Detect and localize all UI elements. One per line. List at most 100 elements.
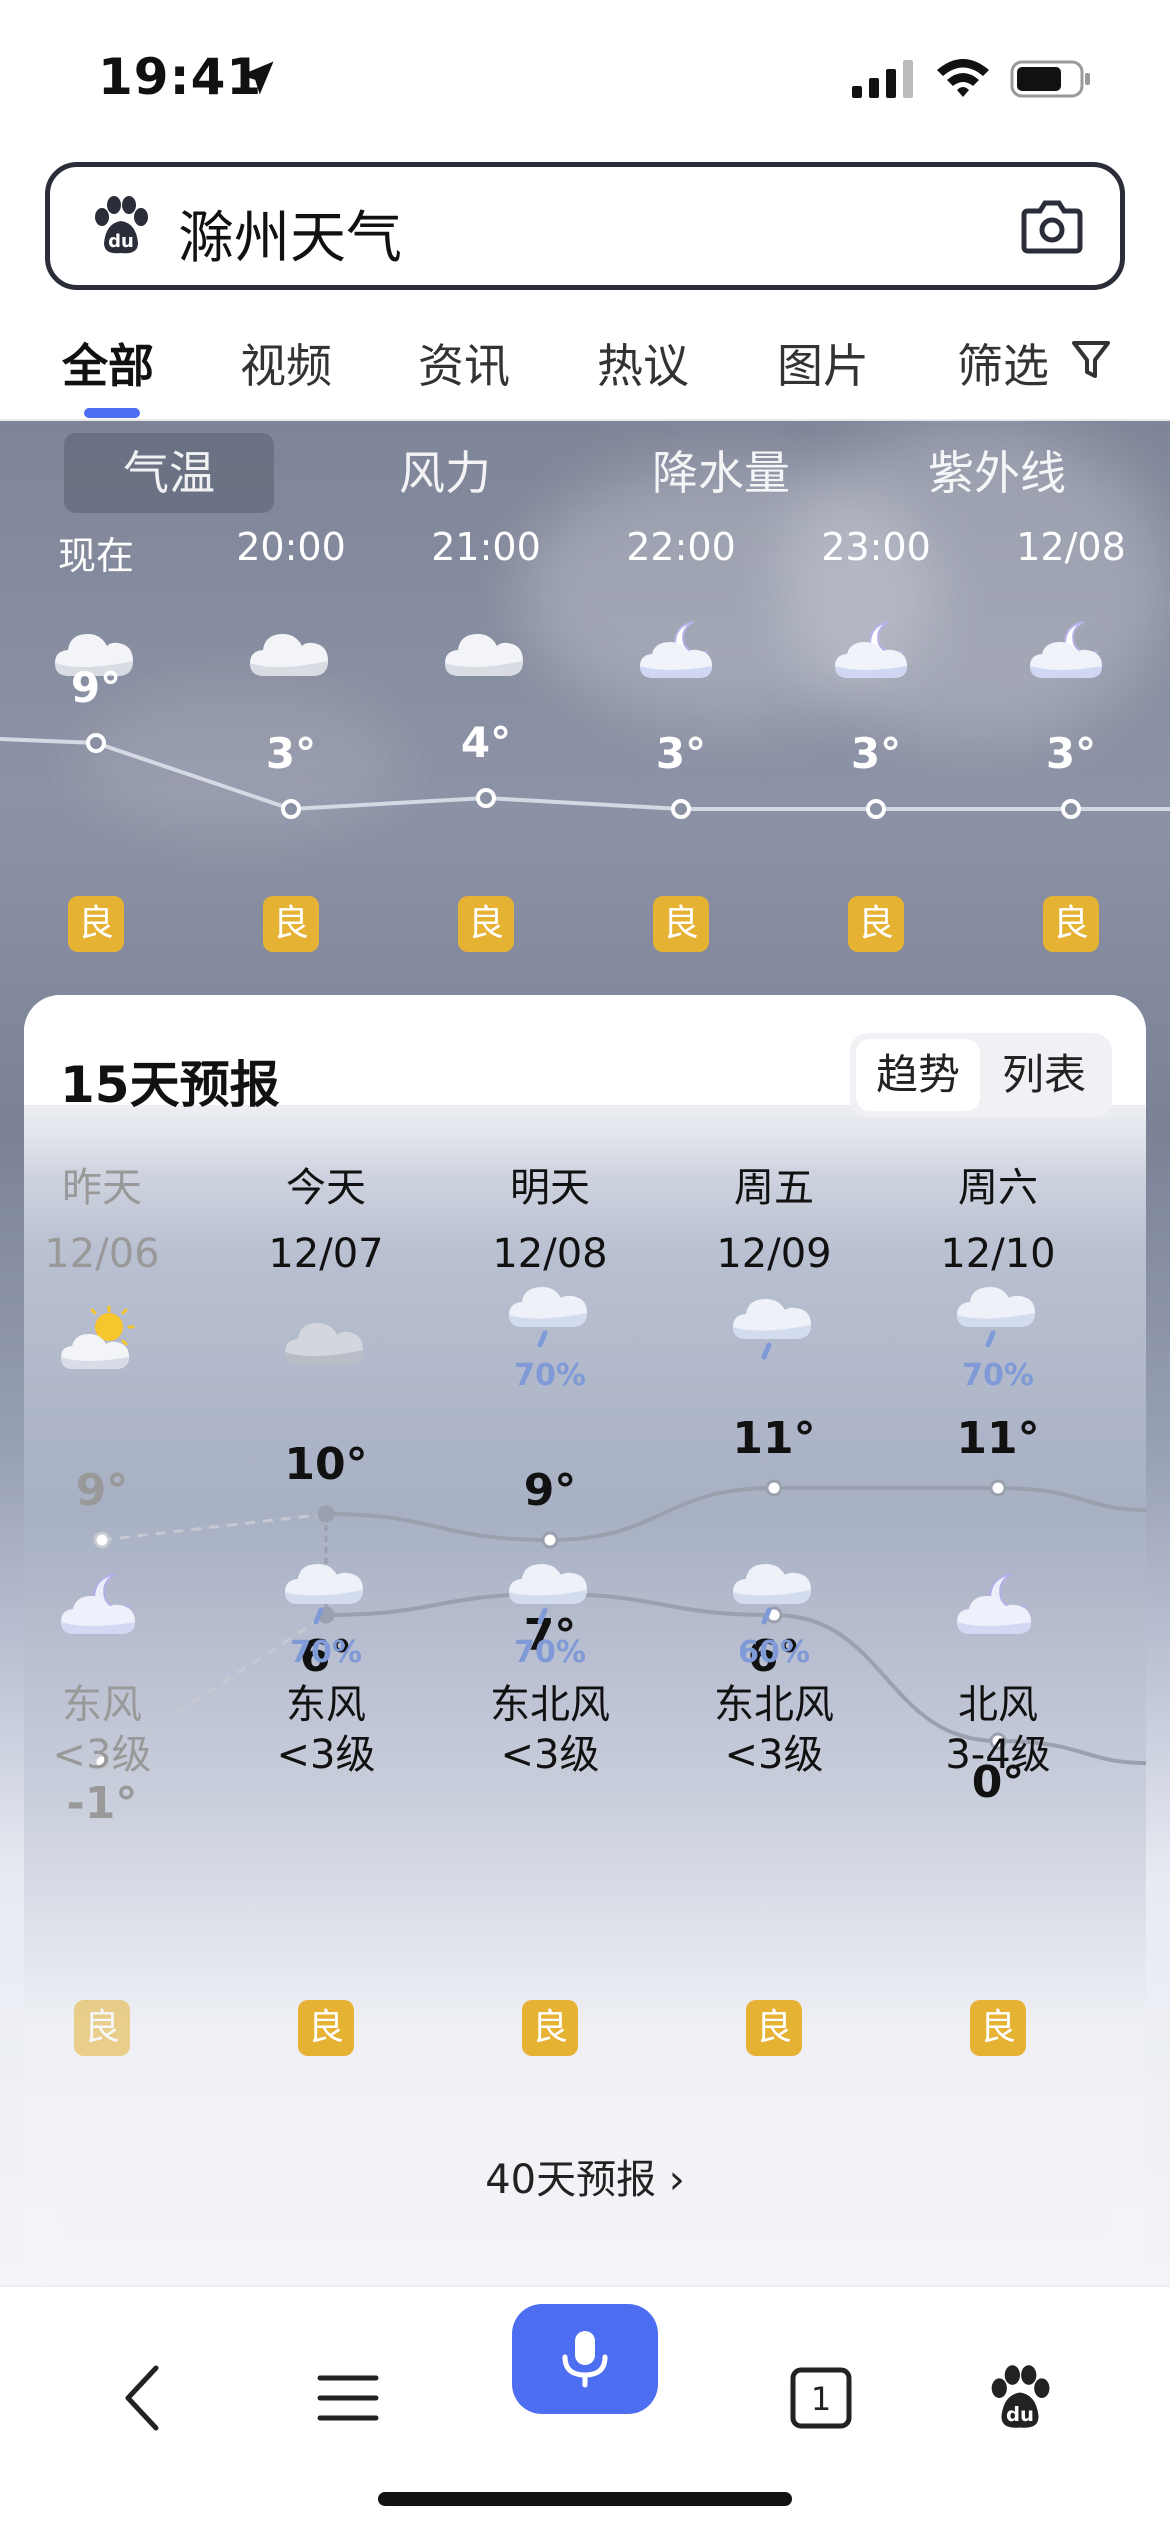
baidu-paw-icon: du [95, 196, 148, 254]
hourly-metric-tabs: 气温 风力 降水量 紫外线 [0, 421, 1170, 521]
svg-text:1: 1 [811, 2380, 831, 2418]
day-header[interactable]: 昨天 12/06 [24, 1155, 202, 1277]
rain-cloud-icon [729, 1560, 819, 1630]
hour-label: 23:00 [821, 525, 931, 569]
temp-high: 9° [75, 1465, 129, 1516]
hour-label: 12/08 [1016, 525, 1126, 569]
tab-all[interactable]: 全部 [62, 330, 154, 396]
cloud-icon [281, 1305, 371, 1375]
wind-info: 东风 <3级 [226, 1680, 426, 1780]
day-date: 12/10 [940, 1231, 1056, 1277]
wind-info: 东风 <3级 [24, 1680, 202, 1780]
home-indicator [378, 2492, 792, 2506]
moon-cloud-icon [57, 1570, 147, 1640]
precip-chance: 70% [514, 1358, 586, 1393]
high-temp-past-segment [101, 1512, 327, 1542]
hour-temp: 3° [655, 729, 707, 778]
metric-tab-wind[interactable]: 风力 [340, 433, 550, 513]
wind-info: 东北风 <3级 [450, 1680, 650, 1780]
hour-temp: 3° [1045, 729, 1097, 778]
toggle-list[interactable]: 列表 [982, 1039, 1106, 1111]
day-header[interactable]: 周五 12/09 [674, 1155, 874, 1277]
cellular-signal-icon [852, 60, 913, 98]
hour-temp: 4° [460, 718, 512, 767]
aqi-badge: 良 [970, 2000, 1026, 2056]
hourly-temp-point [866, 799, 886, 819]
tab-images[interactable]: 图片 [777, 330, 869, 396]
wind-direction: 东风 [62, 1682, 142, 1728]
view-toggle: 趋势 列表 [850, 1033, 1112, 1117]
day-header[interactable]: 明天 12/08 [450, 1155, 650, 1277]
day-name: 周六 [958, 1165, 1038, 1211]
wind-direction: 东北风 [714, 1682, 834, 1728]
wind-direction: 北风 [958, 1682, 1038, 1728]
high-temp-point [93, 1531, 111, 1549]
aqi-badge: 良 [263, 896, 319, 952]
back-icon[interactable] [110, 2362, 182, 2434]
rain-cloud-icon [953, 1283, 1043, 1353]
hour-label: 22:00 [626, 525, 736, 569]
wifi-icon [937, 59, 989, 97]
high-temp-line [325, 1486, 1146, 1543]
metric-tab-uv[interactable]: 紫外线 [892, 433, 1102, 513]
high-temp-point [989, 1479, 1007, 1497]
rain-cloud-icon [729, 1295, 819, 1365]
search-bar[interactable]: du 滁州天气 [45, 162, 1125, 290]
location-arrow-icon [240, 61, 274, 95]
wind-info: 北风 3-4级 [898, 1680, 1098, 1780]
day-header[interactable]: 周六 12/10 [898, 1155, 1098, 1277]
day-date: 12/08 [492, 1231, 608, 1277]
day-date: 12/06 [44, 1231, 160, 1277]
baidu-home-icon[interactable]: du [984, 2362, 1056, 2434]
hour-label: 现在 [57, 534, 134, 578]
wind-direction: 东北风 [490, 1682, 610, 1728]
temp-low: -1° [66, 1778, 138, 1829]
rain-cloud-icon [505, 1283, 595, 1353]
aqi-badge: 良 [746, 2000, 802, 2056]
search-input[interactable]: 滁州天气 [178, 193, 402, 274]
tab-discussion[interactable]: 热议 [597, 330, 689, 396]
hourly-temp-point [476, 788, 496, 808]
day-name: 昨天 [62, 1165, 142, 1211]
aqi-badge: 良 [1043, 896, 1099, 952]
camera-icon[interactable] [1020, 195, 1084, 257]
status-bar: 19:41 [0, 0, 1170, 150]
cloud-icon [441, 616, 531, 686]
metric-tab-temperature[interactable]: 气温 [64, 433, 274, 513]
wind-direction: 东风 [286, 1682, 366, 1728]
tab-video[interactable]: 视频 [240, 330, 332, 396]
day-header[interactable]: 今天 12/07 [226, 1155, 426, 1277]
wind-level: <3级 [500, 1732, 600, 1778]
toggle-trend[interactable]: 趋势 [856, 1039, 980, 1111]
tab-filter[interactable]: 筛选 [957, 330, 1049, 396]
moon-cloud-icon [1026, 616, 1116, 686]
day-name: 明天 [510, 1165, 590, 1211]
cloud-icon [246, 616, 336, 686]
tabs-count-icon[interactable]: 1 [785, 2362, 857, 2434]
moon-cloud-icon [831, 616, 921, 686]
aqi-badge: 良 [848, 896, 904, 952]
wind-level: <3级 [724, 1732, 824, 1778]
moon-cloud-icon [953, 1570, 1043, 1640]
day-name: 周五 [734, 1165, 814, 1211]
sun-cloud-icon [57, 1305, 147, 1375]
metric-tab-precipitation[interactable]: 降水量 [616, 433, 826, 513]
voice-search-button[interactable] [512, 2304, 658, 2414]
filter-icon[interactable] [1070, 338, 1112, 382]
menu-icon[interactable] [312, 2362, 384, 2434]
microphone-icon [562, 2331, 608, 2388]
aqi-badge: 良 [68, 896, 124, 952]
forecast-card: 15天预报 趋势 列表 昨天 12/06 今天 12/07 明天 12/08 周… [24, 995, 1146, 2285]
moon-cloud-icon [636, 616, 726, 686]
wind-info: 东北风 <3级 [674, 1680, 874, 1780]
precip-chance: 70% [514, 1635, 586, 1670]
hour-temp: 3° [850, 729, 902, 778]
tab-news[interactable]: 资讯 [418, 330, 510, 396]
temp-high: 11° [732, 1413, 816, 1464]
aqi-badge: 良 [458, 896, 514, 952]
hour-temp: 3° [265, 729, 317, 778]
high-temp-point [317, 1505, 335, 1523]
forty-day-forecast-button[interactable]: 40天预报 › [60, 2120, 1110, 2240]
precip-chance: 70% [962, 1358, 1034, 1393]
hourly-temp-point [671, 799, 691, 819]
